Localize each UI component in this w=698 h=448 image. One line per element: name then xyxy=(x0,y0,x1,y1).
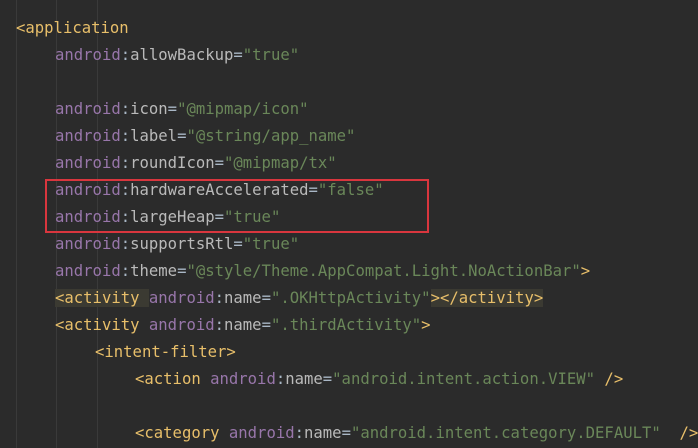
code-line[interactable]: android:roundIcon="@mipmap/tx" xyxy=(0,150,698,177)
code-token: /> xyxy=(595,370,624,388)
code-token: android xyxy=(148,316,215,334)
code-token: "@style/Theme.AppCompat.Light.NoActionBa… xyxy=(186,262,581,280)
code-token: : xyxy=(120,46,131,64)
code-token: <application xyxy=(16,19,129,37)
code-token: = xyxy=(233,235,243,253)
code-line[interactable]: android:allowBackup="true" xyxy=(0,42,698,69)
code-line[interactable] xyxy=(0,393,698,420)
code-token: android xyxy=(148,289,215,307)
code-line[interactable]: <activity android:name=".thirdActivity"> xyxy=(0,312,698,339)
code-token: : xyxy=(120,235,131,253)
code-line[interactable]: <action android:name="android.intent.act… xyxy=(0,366,698,393)
code-line[interactable]: android:icon="@mipmap/icon" xyxy=(0,96,698,123)
code-token: : xyxy=(294,424,304,442)
code-token: name xyxy=(224,316,262,334)
code-token: name xyxy=(224,289,262,307)
code-token: : xyxy=(120,100,131,118)
code-token: <activity xyxy=(55,316,149,334)
code-token: android xyxy=(55,235,121,253)
code-line[interactable]: <activity android:name=".OKHttpActivity"… xyxy=(0,285,698,312)
code-token: : xyxy=(120,262,131,280)
code-token: <activity xyxy=(55,289,149,307)
code-token: ".OKHttpActivity" xyxy=(270,289,431,307)
code-token: "android.intent.action.VIEW" xyxy=(332,370,596,388)
code-token: = xyxy=(233,46,243,64)
code-token: android xyxy=(228,424,295,442)
code-token: = xyxy=(261,316,271,334)
code-token: <action xyxy=(135,370,211,388)
code-token: "true" xyxy=(242,46,300,64)
code-token: android xyxy=(55,127,121,145)
code-token: label xyxy=(130,127,178,145)
code-token: name xyxy=(285,370,323,388)
code-token: > xyxy=(580,262,591,280)
code-token: : xyxy=(214,289,224,307)
code-token: "@string/app_name" xyxy=(186,127,356,145)
code-line[interactable]: android:label="@string/app_name" xyxy=(0,123,698,150)
code-token: : xyxy=(214,316,224,334)
code-token: android xyxy=(55,100,121,118)
code-token: = xyxy=(341,424,351,442)
code-token: <category xyxy=(135,424,229,442)
code-token: name xyxy=(304,424,342,442)
code-token: theme xyxy=(130,262,178,280)
code-token: : xyxy=(275,370,286,388)
code-token: > xyxy=(421,316,431,334)
code-line[interactable] xyxy=(0,69,698,96)
code-token: supportsRtl xyxy=(130,235,234,253)
code-token: ></activity> xyxy=(430,289,544,307)
code-line[interactable]: <category android:name="android.intent.c… xyxy=(0,420,698,447)
code-token: = xyxy=(261,289,271,307)
code-token: "@mipmap/icon" xyxy=(177,100,309,118)
code-token: "true" xyxy=(242,235,300,253)
code-token: icon xyxy=(130,100,168,118)
code-token: = xyxy=(167,100,178,118)
code-token: = xyxy=(214,154,224,172)
code-token: android xyxy=(55,154,121,172)
code-token: ".thirdActivity" xyxy=(270,316,422,334)
code-token: roundIcon xyxy=(130,154,215,172)
code-token: android xyxy=(210,370,276,388)
annotation-box xyxy=(45,179,429,233)
code-token: "@mipmap/tx" xyxy=(224,154,337,172)
code-editor[interactable]: <application android:allowBackup="true" an… xyxy=(0,0,698,448)
code-token: <intent-filter> xyxy=(95,343,236,361)
code-token: "android.intent.category.DEFAULT" xyxy=(350,424,661,442)
code-token: android xyxy=(55,262,121,280)
code-token: : xyxy=(120,127,131,145)
code-token: allowBackup xyxy=(130,46,234,64)
code-line[interactable]: <intent-filter> xyxy=(0,339,698,366)
code-token: android xyxy=(55,46,121,64)
code-token: = xyxy=(322,370,333,388)
code-token: /> xyxy=(660,424,698,442)
code-line[interactable]: <application xyxy=(0,15,698,42)
code-line[interactable]: android:theme="@style/Theme.AppCompat.Li… xyxy=(0,258,698,285)
code-line[interactable]: android:supportsRtl="true" xyxy=(0,231,698,258)
code-token: : xyxy=(120,154,131,172)
